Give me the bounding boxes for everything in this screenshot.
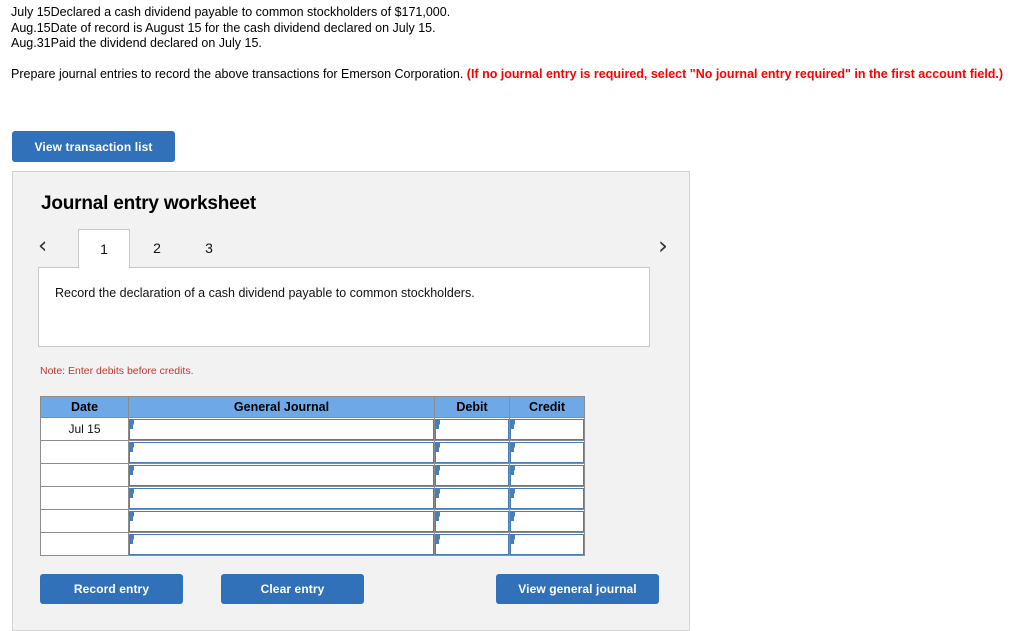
journal-table-body: Jul 15 (40, 417, 585, 556)
panel-title: Journal entry worksheet (41, 193, 257, 214)
column-header-general-journal: General Journal (128, 396, 435, 418)
cell-credit[interactable] (509, 486, 585, 510)
credit-input-4[interactable] (510, 487, 584, 509)
journal-header-row: Date General Journal Debit Credit (40, 396, 585, 418)
debits-before-credits-note: Note: Enter debits before credits. (40, 365, 194, 377)
general-journal-select-1[interactable] (129, 418, 434, 440)
cell-credit[interactable] (509, 532, 585, 556)
general-journal-select-3[interactable] (129, 464, 434, 486)
table-row (40, 486, 585, 510)
cell-general-journal[interactable] (128, 486, 435, 510)
cell-debit[interactable] (434, 532, 510, 556)
cell-debit[interactable] (434, 440, 510, 464)
credit-input-5[interactable] (510, 510, 584, 532)
table-row (40, 463, 585, 487)
tab-2[interactable]: 2 (131, 229, 183, 267)
table-row (40, 440, 585, 464)
credit-input-6[interactable] (510, 533, 584, 555)
debit-input-1[interactable] (435, 418, 509, 440)
credit-input-3[interactable] (510, 464, 584, 486)
cell-debit[interactable] (434, 463, 510, 487)
credit-input-2[interactable] (510, 441, 584, 463)
cell-general-journal[interactable] (128, 440, 435, 464)
worksheet-description-text: Record the declaration of a cash dividen… (55, 286, 475, 300)
cell-debit[interactable] (434, 417, 510, 441)
journal-entry-worksheet-panel: Journal entry worksheet ‹ 1 2 3 › Record… (12, 171, 690, 631)
chevron-left-icon[interactable]: ‹ (38, 232, 47, 260)
debit-input-3[interactable] (435, 464, 509, 486)
journal-table-head: Date General Journal Debit Credit (40, 396, 585, 418)
cell-general-journal[interactable] (128, 417, 435, 441)
worksheet-tab-strip: ‹ 1 2 3 › (38, 229, 668, 268)
transaction-list-body: July 15 Declared a cash dividend payable… (11, 5, 450, 52)
transaction-month: Aug. (11, 36, 37, 50)
column-header-credit: Credit (509, 396, 585, 418)
transaction-day: 31 (36, 36, 51, 50)
cell-date[interactable] (40, 486, 129, 510)
transaction-row: July 15 Declared a cash dividend payable… (11, 5, 450, 21)
general-journal-select-2[interactable] (129, 441, 434, 463)
general-journal-select-4[interactable] (129, 487, 434, 509)
instruction-warning: (If no journal entry is required, select… (466, 67, 1004, 81)
view-general-journal-button[interactable]: View general journal (496, 574, 659, 604)
problem-statement: July 15 Declared a cash dividend payable… (11, 5, 1016, 52)
record-entry-button[interactable]: Record entry (40, 574, 183, 604)
journal-entry-table: Date General Journal Debit Credit Jul 15 (40, 396, 585, 556)
transaction-row: Aug. 15 Date of record is August 15 for … (11, 21, 450, 37)
tab-3[interactable]: 3 (183, 229, 235, 267)
cell-general-journal[interactable] (128, 509, 435, 533)
transaction-list: July 15 Declared a cash dividend payable… (11, 5, 450, 52)
clear-entry-button[interactable]: Clear entry (221, 574, 364, 604)
cell-debit[interactable] (434, 486, 510, 510)
transaction-day: 15 (36, 20, 51, 35)
instruction-text: Prepare journal entries to record the ab… (11, 67, 467, 81)
general-journal-select-5[interactable] (129, 510, 434, 532)
transaction-row: Aug. 31 Paid the dividend declared on Ju… (11, 36, 450, 52)
cell-date[interactable] (40, 532, 129, 556)
cell-credit[interactable] (509, 463, 585, 487)
transaction-description: Date of record is August 15 for the cash… (50, 20, 436, 35)
transaction-month: Aug. (11, 20, 37, 35)
general-journal-select-6[interactable] (129, 533, 434, 555)
table-row (40, 532, 585, 556)
worksheet-action-bar: Record entry Clear entry View general jo… (40, 574, 672, 606)
cell-date[interactable] (40, 463, 129, 487)
transaction-month: July (11, 5, 34, 19)
table-row (40, 509, 585, 533)
debit-input-5[interactable] (435, 510, 509, 532)
instruction-paragraph: Prepare journal entries to record the ab… (11, 66, 1015, 83)
cell-credit[interactable] (509, 440, 585, 464)
tab-1[interactable]: 1 (78, 229, 130, 268)
table-row: Jul 15 (40, 417, 585, 441)
transaction-day: 15 (36, 5, 51, 19)
credit-input-1[interactable] (510, 418, 584, 440)
chevron-right-icon[interactable]: › (658, 232, 668, 260)
view-transaction-list-button[interactable]: View transaction list (12, 131, 175, 162)
cell-general-journal[interactable] (128, 532, 435, 556)
column-header-debit: Debit (434, 396, 510, 418)
cell-debit[interactable] (434, 509, 510, 533)
transaction-description: Declared a cash dividend payable to comm… (50, 5, 451, 19)
debit-input-4[interactable] (435, 487, 509, 509)
debit-input-2[interactable] (435, 441, 509, 463)
worksheet-description-box: Record the declaration of a cash dividen… (38, 267, 650, 347)
debit-input-6[interactable] (435, 533, 509, 555)
column-header-date: Date (40, 396, 129, 418)
cell-date[interactable]: Jul 15 (40, 417, 129, 441)
cell-credit[interactable] (509, 417, 585, 441)
cell-general-journal[interactable] (128, 463, 435, 487)
cell-date[interactable] (40, 440, 129, 464)
transaction-description: Paid the dividend declared on July 15. (50, 36, 262, 50)
cell-credit[interactable] (509, 509, 585, 533)
cell-date[interactable] (40, 509, 129, 533)
